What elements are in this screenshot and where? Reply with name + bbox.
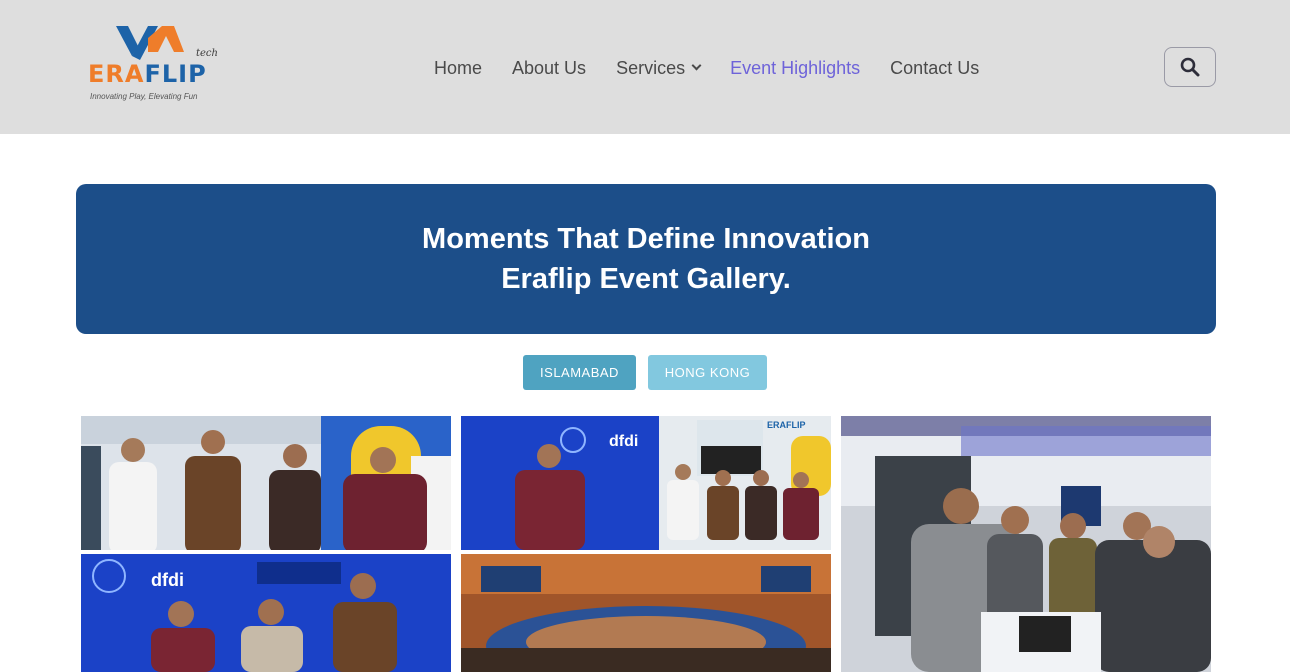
logo-wordmark: ERAFLIP	[88, 60, 207, 88]
nav-contact-us[interactable]: Contact Us	[890, 58, 979, 79]
search-icon	[1180, 57, 1200, 77]
filter-islamabad-button[interactable]: ISLAMABAD	[523, 355, 636, 390]
logo-word-flip: FLIP	[144, 60, 207, 88]
logo-tagline: Innovating Play, Elevating Fun	[90, 92, 198, 101]
search-button[interactable]	[1164, 47, 1216, 87]
site-header: tech ERAFLIP Innovating Play, Elevating …	[0, 0, 1290, 134]
banner-title-line2: Eraflip Event Gallery.	[501, 263, 791, 295]
nav-event-highlights[interactable]: Event Highlights	[730, 58, 860, 79]
main-nav: Home About Us Services Event Highlights …	[434, 56, 1009, 80]
nav-services-label: Services	[616, 57, 686, 78]
chevron-down-icon	[691, 60, 702, 70]
eraflip-logo[interactable]: tech ERAFLIP Innovating Play, Elevating …	[86, 22, 226, 104]
logo-word-era: ERA	[88, 60, 145, 88]
hero-banner: Moments That Define Innovation Eraflip E…	[76, 184, 1216, 334]
nav-about-us[interactable]: About Us	[512, 58, 586, 79]
gallery-photo-3[interactable]	[841, 416, 1211, 672]
nav-services[interactable]: Services	[616, 57, 702, 79]
photo-2-image: dfdi ERAFLIP	[461, 416, 831, 672]
banner-title-line1: Moments That Define Innovation	[422, 223, 870, 255]
gallery-photo-1[interactable]: dfdi	[81, 416, 451, 672]
photo-3-image	[841, 416, 1211, 672]
logo-mark-icon	[116, 26, 184, 60]
filter-hong-kong-button[interactable]: HONG KONG	[648, 355, 767, 390]
nav-home[interactable]: Home	[434, 58, 482, 79]
photo-2-dfdi-text: dfdi	[609, 433, 638, 450]
photo-1-image: dfdi	[81, 416, 451, 672]
logo-tech-text: tech	[196, 48, 218, 59]
gallery-filters: ISLAMABAD HONG KONG	[0, 355, 1290, 390]
gallery-photo-2[interactable]: dfdi ERAFLIP	[461, 416, 831, 672]
photo-2-booth-text: ERAFLIP	[767, 420, 806, 430]
photo-1-dfdi-text: dfdi	[151, 570, 184, 590]
